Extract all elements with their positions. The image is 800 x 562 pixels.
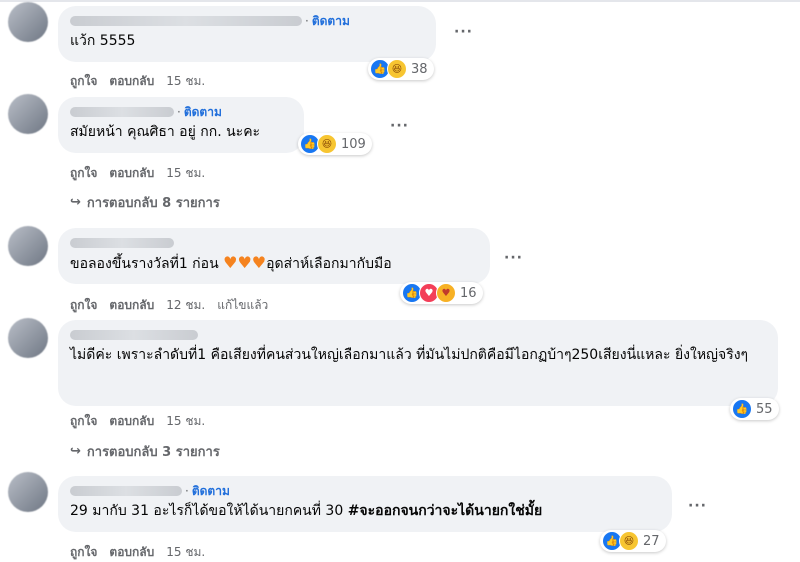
follow-button[interactable]: ติดตาม — [184, 103, 222, 122]
like-icon: 👍 — [732, 399, 752, 419]
reply-button[interactable]: ตอบกลับ — [109, 296, 154, 315]
reply-arrow-icon: ↪ — [70, 444, 81, 459]
replies-count-label: การตอบกลับ 3 รายการ — [86, 445, 220, 460]
author-name[interactable] — [70, 486, 182, 496]
comment-bubble: ขอลองขึ้นรางวัลที่1 ก่อน ♥♥♥อุดส่าห์เลือ… — [58, 228, 490, 284]
avatar[interactable] — [8, 226, 48, 266]
hashtag-link[interactable]: #จะออกจนกว่าจะได้นายกใช่มั้ย — [348, 503, 542, 519]
timestamp[interactable]: 15 ชม. — [166, 72, 205, 91]
comment-bubble: · ติดตาม แว้ก 5555 — [58, 6, 436, 62]
edited-label[interactable]: แก้ไขแล้ว — [217, 296, 268, 315]
view-replies-link[interactable]: ↪ การตอบกลับ 8 รายการ — [70, 192, 220, 213]
timestamp[interactable]: 15 ชม. — [166, 164, 205, 183]
like-button[interactable]: ถูกใจ — [70, 72, 97, 91]
orange-heart-icon: ♥ — [251, 253, 267, 272]
reply-button[interactable]: ตอบกลับ — [109, 543, 154, 562]
haha-icon: 😆 — [387, 59, 407, 79]
orange-heart-icon: ♥ — [223, 253, 238, 272]
more-options-icon[interactable]: ··· — [688, 498, 707, 514]
follow-button[interactable]: ติดตาม — [312, 12, 350, 31]
author-name[interactable] — [70, 238, 174, 248]
author-name[interactable] — [70, 330, 198, 340]
reaction-summary[interactable]: 👍 55 — [730, 398, 779, 420]
divider — [0, 0, 800, 2]
comment-text: สมัยหน้า คุณศิธา อยู่ กก. นะคะ — [70, 124, 261, 140]
comment-text: แว้ก 5555 — [70, 33, 136, 49]
more-options-icon[interactable]: ··· — [504, 250, 523, 266]
reaction-count: 55 — [756, 401, 773, 417]
reaction-count: 38 — [411, 61, 428, 77]
avatar[interactable] — [8, 318, 48, 358]
comment-text: ไม่ดีค่ะ เพราะลำดับที่1 คือเสียงที่คนส่ว… — [70, 347, 749, 363]
comment-bubble: · ติดตาม 29 มากับ 31 อะไรก็ได้ขอให้ได้นา… — [58, 476, 672, 532]
reaction-count: 16 — [460, 285, 477, 301]
view-replies-link[interactable]: ↪ การตอบกลับ 3 รายการ — [70, 441, 220, 462]
care-icon: ♥ — [436, 283, 456, 303]
timestamp[interactable]: 15 ชม. — [166, 543, 205, 562]
more-options-icon[interactable]: ··· — [390, 118, 409, 134]
author-name[interactable] — [70, 107, 174, 117]
author-name[interactable] — [70, 16, 302, 26]
comment-bubble: · ติดตาม สมัยหน้า คุณศิธา อยู่ กก. นะคะ — [58, 97, 304, 153]
reaction-count: 27 — [643, 533, 660, 549]
comment-text: 29 มากับ 31 อะไรก็ได้ขอให้ได้นายกคนที่ 3… — [70, 503, 543, 519]
comment-bubble: ไม่ดีค่ะ เพราะลำดับที่1 คือเสียงที่คนส่ว… — [58, 320, 778, 406]
reaction-count: 109 — [341, 136, 366, 152]
like-button[interactable]: ถูกใจ — [70, 164, 97, 183]
more-options-icon[interactable]: ··· — [454, 24, 473, 40]
like-button[interactable]: ถูกใจ — [70, 296, 97, 315]
orange-heart-icon: ♥ — [237, 253, 252, 272]
reaction-summary[interactable]: 👍 ♥ ♥ 16 — [400, 282, 483, 304]
reply-button[interactable]: ตอบกลับ — [109, 72, 154, 91]
like-button[interactable]: ถูกใจ — [70, 412, 97, 431]
reaction-summary[interactable]: 👍 😆 38 — [368, 58, 434, 80]
avatar[interactable] — [8, 472, 48, 512]
reaction-summary[interactable]: 👍 😆 27 — [600, 530, 666, 552]
timestamp[interactable]: 15 ชม. — [166, 412, 205, 431]
haha-icon: 😆 — [619, 531, 639, 551]
avatar[interactable] — [8, 2, 48, 42]
follow-button[interactable]: ติดตาม — [192, 482, 230, 501]
replies-count-label: การตอบกลับ 8 รายการ — [86, 196, 220, 211]
timestamp[interactable]: 12 ชม. — [166, 296, 205, 315]
reply-arrow-icon: ↪ — [70, 195, 81, 210]
reply-button[interactable]: ตอบกลับ — [109, 412, 154, 431]
comment-text: ขอลองขึ้นรางวัลที่1 ก่อน ♥♥♥อุดส่าห์เลือ… — [70, 253, 392, 272]
like-button[interactable]: ถูกใจ — [70, 543, 97, 562]
reply-button[interactable]: ตอบกลับ — [109, 164, 154, 183]
haha-icon: 😆 — [317, 134, 337, 154]
avatar[interactable] — [8, 94, 48, 134]
reaction-summary[interactable]: 👍 😆 109 — [298, 133, 372, 155]
